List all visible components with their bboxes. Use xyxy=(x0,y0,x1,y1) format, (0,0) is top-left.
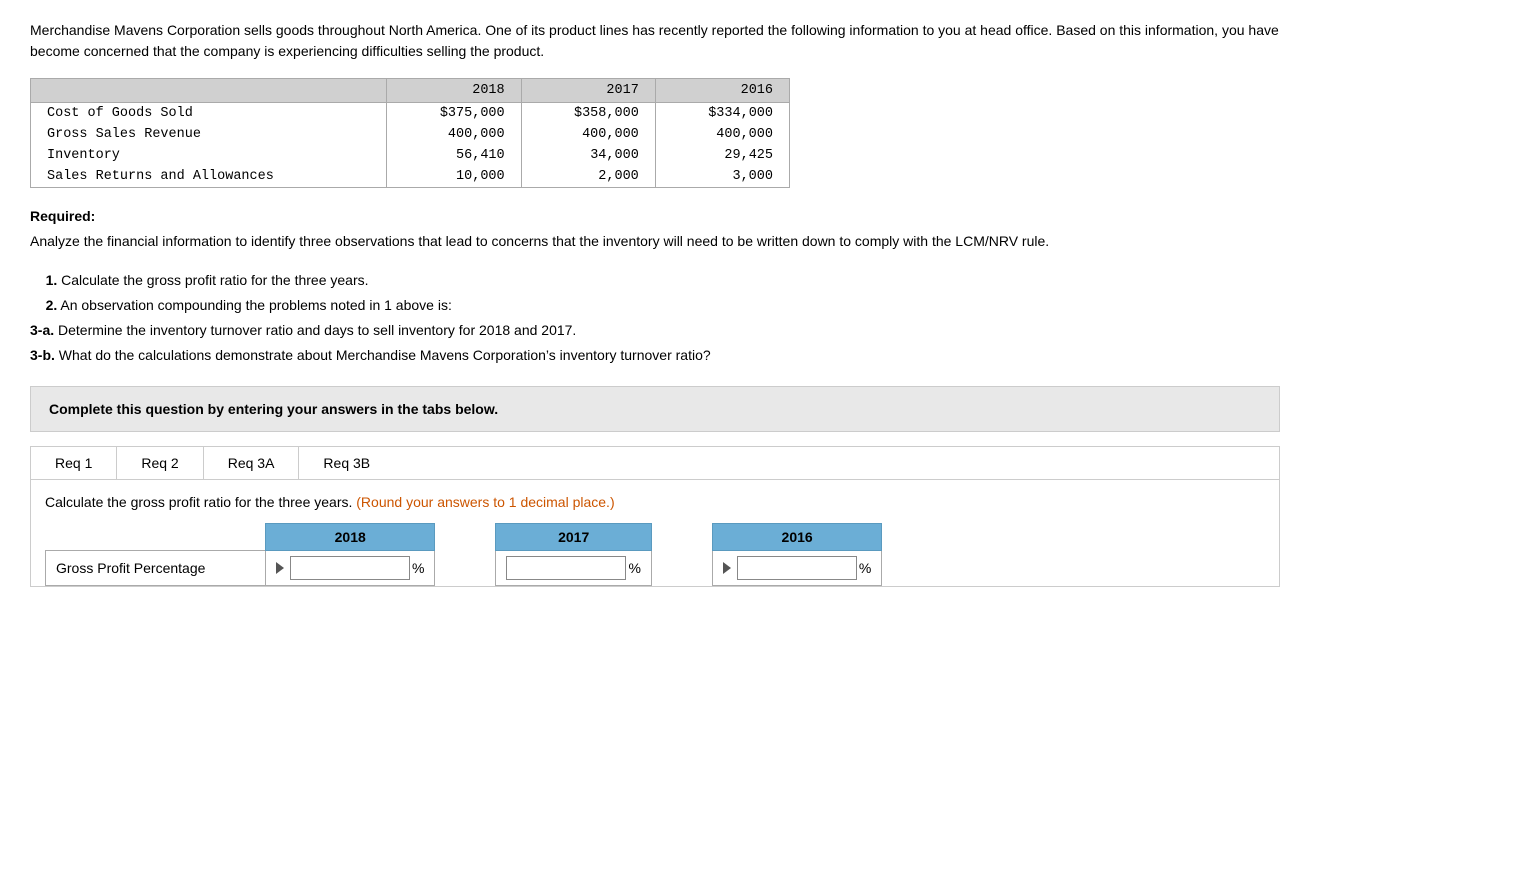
row-label-inventory: Inventory xyxy=(31,145,387,166)
table-row: Inventory 56,410 34,000 29,425 xyxy=(31,145,790,166)
tab-req2[interactable]: Req 2 xyxy=(117,447,203,479)
pct-label-2017: % xyxy=(628,560,640,576)
pct-label-2018: % xyxy=(412,560,424,576)
complete-question-text: Complete this question by entering your … xyxy=(49,401,1261,417)
col-header-2017: 2017 xyxy=(521,79,655,103)
answer-col-header-2017: 2017 xyxy=(496,524,651,551)
step-1: 1. Calculate the gross profit ratio for … xyxy=(30,270,1280,291)
tab-instruction: Calculate the gross profit ratio for the… xyxy=(45,492,1265,513)
row-2017-inventory: 34,000 xyxy=(521,145,655,166)
step-3a-number: 3-a. xyxy=(30,322,54,338)
row-label-gsr: Gross Sales Revenue xyxy=(31,124,387,145)
row-label-sra: Sales Returns and Allowances xyxy=(31,166,387,188)
row-label-cogs: Cost of Goods Sold xyxy=(31,103,387,125)
answer-input-cell-2017: % xyxy=(506,556,640,580)
tab-req3a[interactable]: Req 3A xyxy=(204,447,300,479)
table-row: Sales Returns and Allowances 10,000 2,00… xyxy=(31,166,790,188)
answer-cell-2017: % xyxy=(496,551,651,586)
triangle-icon-2016 xyxy=(723,562,731,574)
step-2-number: 2. xyxy=(46,297,58,313)
step-3a: 3-a. Determine the inventory turnover ra… xyxy=(30,320,1280,341)
row-2018-inventory: 56,410 xyxy=(387,145,521,166)
triangle-icon-2018 xyxy=(276,562,284,574)
row-2018-cogs: $375,000 xyxy=(387,103,521,125)
answer-col-header-2016: 2016 xyxy=(712,524,881,551)
step-1-text: Calculate the gross profit ratio for the… xyxy=(57,272,368,288)
tabs-row: Req 1 Req 2 Req 3A Req 3B xyxy=(31,447,1279,480)
tabs-wrapper: Req 1 Req 2 Req 3A Req 3B Calculate the … xyxy=(30,446,1280,587)
answer-table: 2018 2017 2016 Gross Profit Percentage xyxy=(45,523,882,586)
answer-col-header-2018: 2018 xyxy=(266,524,435,551)
row-2017-cogs: $358,000 xyxy=(521,103,655,125)
required-section: Required: Analyze the financial informat… xyxy=(30,206,1280,252)
row-2018-gsr: 400,000 xyxy=(387,124,521,145)
answer-col-separator-1 xyxy=(435,524,496,551)
tab-req1[interactable]: Req 1 xyxy=(31,447,117,479)
separator-cell-1 xyxy=(435,551,496,586)
step-1-number: 1. xyxy=(46,272,58,288)
row-2016-cogs: $334,000 xyxy=(655,103,789,125)
row-2016-inventory: 29,425 xyxy=(655,145,789,166)
answer-table-wrapper: 2018 2017 2016 Gross Profit Percentage xyxy=(45,523,1265,586)
table-row: Gross Sales Revenue 400,000 400,000 400,… xyxy=(31,124,790,145)
tab-content-req1: Calculate the gross profit ratio for the… xyxy=(31,480,1279,586)
answer-col-header-label xyxy=(46,524,266,551)
financial-data-table: 2018 2017 2016 Cost of Goods Sold $375,0… xyxy=(30,78,790,188)
required-text: Analyze the financial information to ide… xyxy=(30,231,1280,252)
required-label: Required: xyxy=(30,206,1280,227)
step-2-text: An observation compounding the problems … xyxy=(57,297,452,313)
tab-instruction-normal: Calculate the gross profit ratio for the… xyxy=(45,494,356,510)
row-2017-sra: 2,000 xyxy=(521,166,655,188)
answer-cell-2018: % xyxy=(266,551,435,586)
gross-profit-pct-2017-input[interactable] xyxy=(506,556,626,580)
complete-question-box: Complete this question by entering your … xyxy=(30,386,1280,432)
step-3b: 3-b. What do the calculations demonstrat… xyxy=(30,345,1280,366)
answer-input-cell-2018: % xyxy=(276,556,424,580)
answer-col-separator-2 xyxy=(651,524,712,551)
step-3b-text: What do the calculations demonstrate abo… xyxy=(55,347,711,363)
data-table-wrapper: 2018 2017 2016 Cost of Goods Sold $375,0… xyxy=(30,78,790,188)
answer-cell-2016: % xyxy=(712,551,881,586)
step-3a-text: Determine the inventory turnover ratio a… xyxy=(54,322,576,338)
row-2016-gsr: 400,000 xyxy=(655,124,789,145)
row-2016-sra: 3,000 xyxy=(655,166,789,188)
row-2017-gsr: 400,000 xyxy=(521,124,655,145)
tab-req3b[interactable]: Req 3B xyxy=(299,447,394,479)
gross-profit-pct-2016-input[interactable] xyxy=(737,556,857,580)
intro-paragraph: Merchandise Mavens Corporation sells goo… xyxy=(30,20,1280,62)
steps-section: 1. Calculate the gross profit ratio for … xyxy=(30,270,1280,366)
answer-table-row: Gross Profit Percentage % xyxy=(46,551,882,586)
pct-label-2016: % xyxy=(859,560,871,576)
step-2: 2. An observation compounding the proble… xyxy=(30,295,1280,316)
col-header-2016: 2016 xyxy=(655,79,789,103)
answer-row-label: Gross Profit Percentage xyxy=(46,551,266,586)
row-2018-sra: 10,000 xyxy=(387,166,521,188)
answer-input-cell-2016: % xyxy=(723,556,871,580)
step-3b-number: 3-b. xyxy=(30,347,55,363)
col-header-2018: 2018 xyxy=(387,79,521,103)
gross-profit-pct-2018-input[interactable] xyxy=(290,556,410,580)
tab-instruction-colored: (Round your answers to 1 decimal place.) xyxy=(356,494,614,510)
table-row: Cost of Goods Sold $375,000 $358,000 $33… xyxy=(31,103,790,125)
col-header-label xyxy=(31,79,387,103)
separator-cell-2 xyxy=(651,551,712,586)
